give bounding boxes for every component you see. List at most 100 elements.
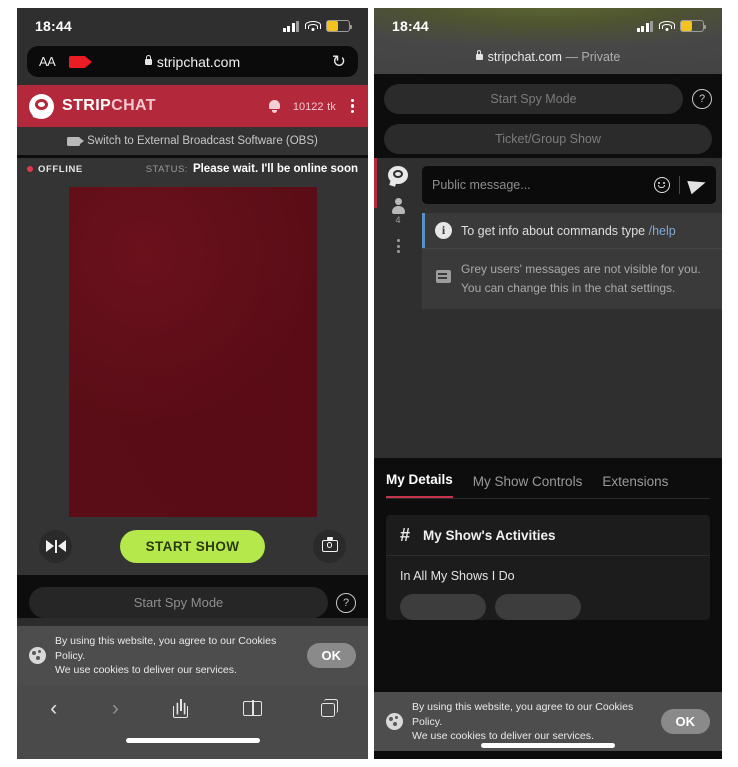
status-bar-indicators bbox=[636, 20, 707, 32]
activities-card-title: My Show's Activities bbox=[423, 527, 556, 543]
left-phone-screen: 18:44 AA stripchat.com ↻ STRIPCHAT 10122… bbox=[17, 8, 368, 759]
grey-users-text: Grey users' messages are not visible for… bbox=[461, 262, 701, 295]
tabs-button[interactable] bbox=[317, 698, 338, 717]
user-icon bbox=[390, 198, 406, 214]
broadcast-status-row: OFFLINE STATUS: Please wait. I'll be onl… bbox=[17, 158, 368, 180]
snapshot-button[interactable] bbox=[313, 529, 346, 563]
activities-card-body: In All My Shows I Do bbox=[386, 556, 710, 620]
chevron-right-icon[interactable]: › bbox=[112, 698, 119, 719]
obs-switch-bar[interactable]: Switch to External Broadcast Software (O… bbox=[17, 127, 368, 158]
chat-content: Public message... i To get info about co… bbox=[422, 158, 722, 458]
safari-url-compact[interactable]: stripchat.com — Private bbox=[374, 44, 722, 70]
home-indicator[interactable] bbox=[481, 743, 615, 748]
token-amount: 10122 bbox=[292, 101, 324, 114]
kebab-menu-icon[interactable] bbox=[349, 97, 356, 116]
chevron-left-icon[interactable]: ‹ bbox=[50, 698, 57, 719]
activities-card: # My Show's Activities In All My Shows I… bbox=[386, 515, 710, 620]
text-size-icon[interactable]: AA bbox=[39, 54, 56, 69]
safari-url-bar[interactable]: AA stripchat.com ↻ bbox=[27, 46, 358, 77]
message-input[interactable]: Public message... bbox=[432, 178, 654, 192]
right-top-chrome: 18:44 stripchat.com — Private bbox=[374, 8, 722, 74]
cookie-line-1: By using this website, you agree to our … bbox=[55, 635, 277, 662]
spy-mode-row: Start Spy Mode ? bbox=[384, 84, 712, 114]
private-mode-label: — Private bbox=[561, 50, 621, 64]
cookie-line-2: We use cookies to deliver our services. bbox=[412, 729, 594, 742]
question-mark-icon[interactable]: ? bbox=[692, 89, 712, 109]
input-divider bbox=[679, 176, 680, 194]
header-actions: 10122 tk bbox=[268, 97, 356, 116]
reload-icon[interactable]: ↻ bbox=[332, 53, 346, 70]
tab-my-show-controls[interactable]: My Show Controls bbox=[473, 474, 583, 498]
users-count: 4 bbox=[395, 215, 401, 225]
chat-panel: 4 Public message... i To get info about … bbox=[374, 158, 722, 458]
hash-icon: # bbox=[400, 525, 411, 545]
cookie-icon bbox=[386, 713, 403, 731]
camera-recording-icon bbox=[69, 55, 93, 68]
bookmarks-button[interactable] bbox=[243, 699, 263, 716]
wifi-icon bbox=[304, 20, 321, 32]
system-message-text: To get info about commands type /help bbox=[461, 223, 676, 238]
token-balance[interactable]: 10122 tk bbox=[293, 98, 336, 113]
cookie-text: By using this website, you agree to our … bbox=[55, 634, 298, 677]
battery-icon bbox=[326, 20, 353, 32]
share-button[interactable] bbox=[173, 698, 189, 718]
lock-icon bbox=[475, 50, 483, 60]
chat-bubble-icon[interactable] bbox=[388, 166, 408, 184]
start-spy-mode-button[interactable]: Start Spy Mode bbox=[384, 84, 683, 114]
help-command-link[interactable]: /help bbox=[649, 224, 676, 238]
url-text: stripchat.com — Private bbox=[487, 50, 621, 64]
url-text: stripchat.com bbox=[156, 53, 241, 70]
ticket-group-show-button[interactable]: Ticket/Group Show bbox=[384, 124, 712, 154]
brand-name: STRIPCHAT bbox=[62, 97, 156, 115]
lock-icon bbox=[144, 54, 152, 65]
safari-url-bar-container: AA stripchat.com ↻ bbox=[17, 44, 368, 85]
video-preview[interactable] bbox=[68, 187, 317, 517]
cookie-ok-button[interactable]: OK bbox=[306, 643, 356, 669]
battery-icon bbox=[680, 20, 707, 32]
activity-chip[interactable] bbox=[495, 594, 581, 620]
tabs-icon bbox=[320, 698, 338, 717]
bell-icon[interactable] bbox=[268, 99, 280, 113]
safari-toolbar: ‹ › bbox=[17, 685, 368, 759]
broadcast-controls: START SHOW bbox=[17, 517, 368, 575]
start-show-button[interactable]: START SHOW bbox=[119, 529, 266, 563]
tab-bar: My Details My Show Controls Extensions bbox=[386, 472, 710, 499]
offline-label: OFFLINE bbox=[38, 163, 83, 175]
tab-my-details[interactable]: My Details bbox=[386, 472, 453, 498]
stripchat-logo-icon[interactable] bbox=[29, 93, 54, 119]
message-input-row[interactable]: Public message... bbox=[422, 166, 716, 204]
wifi-icon bbox=[658, 20, 675, 32]
left-status-bar: 18:44 bbox=[17, 8, 368, 44]
spy-mode-row: Start Spy Mode ? bbox=[17, 575, 368, 618]
obs-switch-label: Switch to External Broadcast Software (O… bbox=[87, 135, 318, 147]
brand-light: CHAT bbox=[111, 97, 156, 114]
status-value: Please wait. I'll be online soon bbox=[192, 163, 358, 175]
flip-camera-icon bbox=[45, 539, 66, 553]
status-bar-time: 18:44 bbox=[35, 18, 72, 34]
info-icon: i bbox=[435, 222, 452, 239]
offline-dot-icon bbox=[27, 166, 33, 172]
cookie-ok-button[interactable]: OK bbox=[660, 709, 710, 735]
kebab-menu-icon[interactable] bbox=[396, 239, 400, 253]
cookie-line-1: By using this website, you agree to our … bbox=[412, 701, 634, 728]
token-unit: tk bbox=[327, 101, 336, 114]
right-status-bar: 18:44 bbox=[374, 8, 722, 44]
system-message: i To get info about commands type /help bbox=[422, 213, 722, 248]
show-mode-buttons: Start Spy Mode ? Ticket/Group Show bbox=[374, 74, 722, 158]
smiley-icon[interactable] bbox=[654, 177, 670, 193]
home-indicator[interactable] bbox=[125, 738, 260, 743]
activity-chips bbox=[400, 594, 696, 620]
activity-chip[interactable] bbox=[400, 594, 486, 620]
safari-toolbar-icons: ‹ › bbox=[17, 685, 368, 731]
cellular-signal-icon bbox=[636, 20, 653, 32]
status-key: STATUS: bbox=[145, 164, 188, 175]
tab-extensions[interactable]: Extensions bbox=[602, 474, 668, 498]
flip-camera-button[interactable] bbox=[39, 529, 72, 563]
start-spy-mode-button[interactable]: Start Spy Mode bbox=[29, 587, 328, 618]
cookie-icon bbox=[29, 647, 46, 665]
question-mark-icon[interactable]: ? bbox=[336, 592, 356, 613]
status-message[interactable]: STATUS: Please wait. I'll be online soon bbox=[146, 163, 358, 175]
right-phone-screen: 18:44 stripchat.com — Private Start Spy … bbox=[374, 8, 722, 759]
viewers-counter[interactable]: 4 bbox=[390, 198, 406, 225]
send-paper-plane-icon[interactable] bbox=[687, 175, 708, 195]
